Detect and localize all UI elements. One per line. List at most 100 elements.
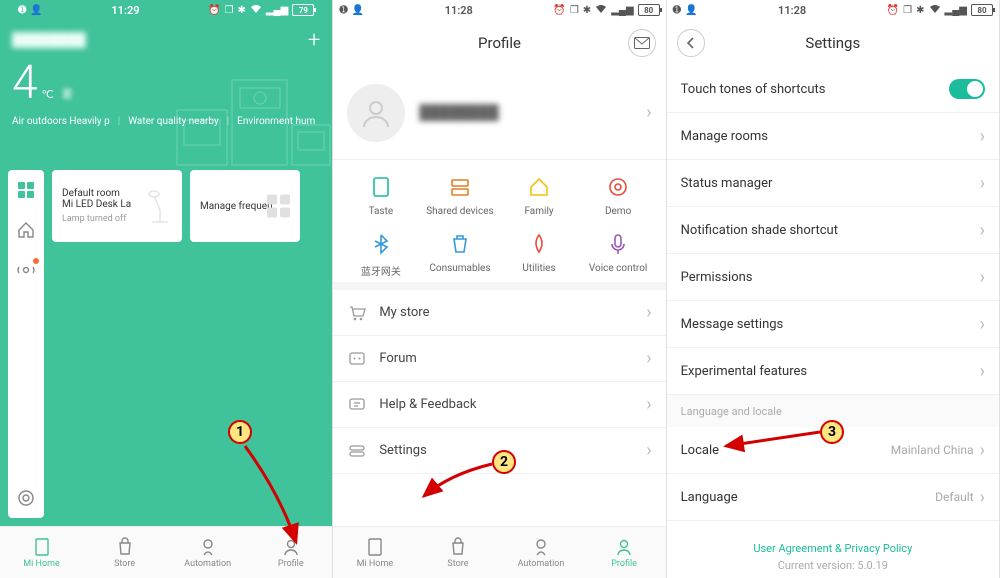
setting-message-settings[interactable]: Message settings › <box>667 301 999 348</box>
alarm-icon: ⏰ <box>208 5 220 16</box>
messages-button[interactable] <box>628 29 656 57</box>
demo-icon <box>605 174 631 200</box>
setting-language[interactable]: Language Default › <box>667 474 999 521</box>
grid-taste[interactable]: Taste <box>341 174 420 217</box>
profile-tab-icon <box>614 537 634 557</box>
setting-manage-rooms[interactable]: Manage rooms › <box>667 113 999 160</box>
settings-list: Touch tones of shortcuts Manage rooms › … <box>667 66 999 532</box>
forum-icon <box>347 349 367 369</box>
grid-label: Taste <box>369 206 394 217</box>
home-tab-icon <box>365 537 385 557</box>
profile-username: ████████ <box>419 104 646 121</box>
menu-label: My store <box>379 305 634 320</box>
bottom-nav: Mi Home Store Automation Profile <box>0 526 332 578</box>
room-sidebar <box>8 170 44 518</box>
grid-voice-control[interactable]: Voice control <box>579 231 658 278</box>
home-top-panel: ➊ 👤 11:29 ⏰ ❐ ✱ ▂▄▆ 79 ████████ + 4 ℃ 雾 <box>0 0 332 170</box>
sidebar-home-icon[interactable] <box>16 220 36 240</box>
tab-automation[interactable]: Automation <box>499 527 582 578</box>
automation-tab-icon <box>198 537 218 557</box>
page-title: Settings <box>805 34 860 52</box>
family-icon <box>526 174 552 200</box>
setting-notification-shortcut[interactable]: Notification shade shortcut › <box>667 207 999 254</box>
sidebar-share-icon[interactable] <box>16 260 36 280</box>
menu-settings[interactable]: Settings › <box>333 428 665 474</box>
menu-my-store[interactable]: My store › <box>333 290 665 336</box>
notif-icon-1: ➊ <box>339 5 347 16</box>
tab-mi-home[interactable]: Mi Home <box>0 527 83 578</box>
room-illustration <box>172 70 332 170</box>
menu-forum[interactable]: Forum › <box>333 336 665 382</box>
grid-consumables[interactable]: Consumables <box>420 231 499 278</box>
tab-label: Automation <box>184 559 231 569</box>
signal-icon: ▂▄▆ <box>611 5 633 16</box>
tab-profile[interactable]: Profile <box>249 527 332 578</box>
tab-mi-home[interactable]: Mi Home <box>333 527 416 578</box>
grid-demo[interactable]: Demo <box>579 174 658 217</box>
tab-store[interactable]: Store <box>416 527 499 578</box>
toggle-on[interactable] <box>949 79 985 99</box>
profile-info-row[interactable]: ████████ › <box>333 66 665 160</box>
alarm-icon: ⏰ <box>553 5 565 16</box>
grid-family[interactable]: Family <box>499 174 578 217</box>
screen-profile: ➊ 👤 11:28 ⏰ ❐ ✱ ▂▄▆ 80 Profile ████████ … <box>333 0 666 578</box>
sidebar-grid-icon[interactable] <box>16 180 36 200</box>
device-card-default-room[interactable]: Default room Mi LED Desk La Lamp turned … <box>52 170 182 242</box>
status-bar: ➊ 👤 11:28 ⏰ ❐ ✱ ▂▄▆ 80 <box>333 0 665 20</box>
profile-quick-grid: Taste Shared devices Family Demo 蓝牙网关 Co… <box>333 160 665 290</box>
bluetooth-icon <box>368 231 394 257</box>
setting-permissions[interactable]: Permissions › <box>667 254 999 301</box>
notification-dot <box>33 258 39 264</box>
location-name[interactable]: ████████ <box>12 32 86 48</box>
setting-experimental[interactable]: Experimental features › <box>667 348 999 395</box>
menu-label: Help & Feedback <box>379 397 634 412</box>
profile-header: Profile <box>333 20 665 66</box>
setting-label: Status manager <box>681 176 980 191</box>
status-bar: ➊ 👤 11:29 ⏰ ❐ ✱ ▂▄▆ 79 <box>12 0 320 20</box>
tab-label: Mi Home <box>357 559 394 569</box>
taste-icon <box>368 174 394 200</box>
setting-touch-tones[interactable]: Touch tones of shortcuts <box>667 66 999 113</box>
store-tab-icon <box>115 537 135 557</box>
tab-automation[interactable]: Automation <box>166 527 249 578</box>
chevron-right-icon: › <box>646 102 651 123</box>
setting-status-manager[interactable]: Status manager › <box>667 160 999 207</box>
utilities-icon <box>526 231 552 257</box>
tab-store[interactable]: Store <box>83 527 166 578</box>
menu-help-feedback[interactable]: Help & Feedback › <box>333 382 665 428</box>
notif-icon-1: ➊ <box>18 5 26 16</box>
lamp-icon <box>144 184 176 224</box>
bottom-nav: Mi Home Store Automation Profile <box>333 526 665 578</box>
page-title: Profile <box>478 34 521 52</box>
tab-profile[interactable]: Profile <box>583 527 666 578</box>
chevron-right-icon: › <box>980 267 985 288</box>
tab-label: Store <box>114 559 135 569</box>
add-device-button[interactable]: + <box>308 28 320 53</box>
tab-label: Profile <box>278 559 304 569</box>
air-quality[interactable]: Air outdoors Heavily p <box>12 116 110 127</box>
privacy-link[interactable]: User Agreement & Privacy Policy <box>667 542 999 555</box>
grid-bluetooth-gateway[interactable]: 蓝牙网关 <box>341 231 420 278</box>
sidebar-settings-icon[interactable] <box>16 488 36 508</box>
temperature-value: 4 <box>12 60 38 106</box>
battery: 80 <box>638 4 660 16</box>
copy-icon: ❐ <box>225 5 234 16</box>
wifi-icon <box>250 4 262 17</box>
back-button[interactable] <box>677 29 705 57</box>
signal-icon: ▂▄▆ <box>266 5 288 16</box>
wifi-icon <box>595 4 607 17</box>
setting-locale[interactable]: Locale Mainland China › <box>667 427 999 474</box>
tab-label: Mi Home <box>23 559 60 569</box>
manage-frequent-card[interactable]: Manage frequen <box>190 170 300 242</box>
menu-label: Settings <box>379 443 634 458</box>
grid-label: Shared devices <box>426 206 493 217</box>
version-text: Current version: 5.0.19 <box>667 559 999 572</box>
chevron-right-icon: › <box>980 440 985 461</box>
grid-shared-devices[interactable]: Shared devices <box>420 174 499 217</box>
grid-label: 蓝牙网关 <box>361 263 401 278</box>
notif-icon-2: 👤 <box>685 5 697 16</box>
chevron-right-icon: › <box>980 314 985 335</box>
grid-utilities[interactable]: Utilities <box>499 231 578 278</box>
help-icon <box>347 395 367 415</box>
weather-desc: 雾 <box>62 86 73 102</box>
